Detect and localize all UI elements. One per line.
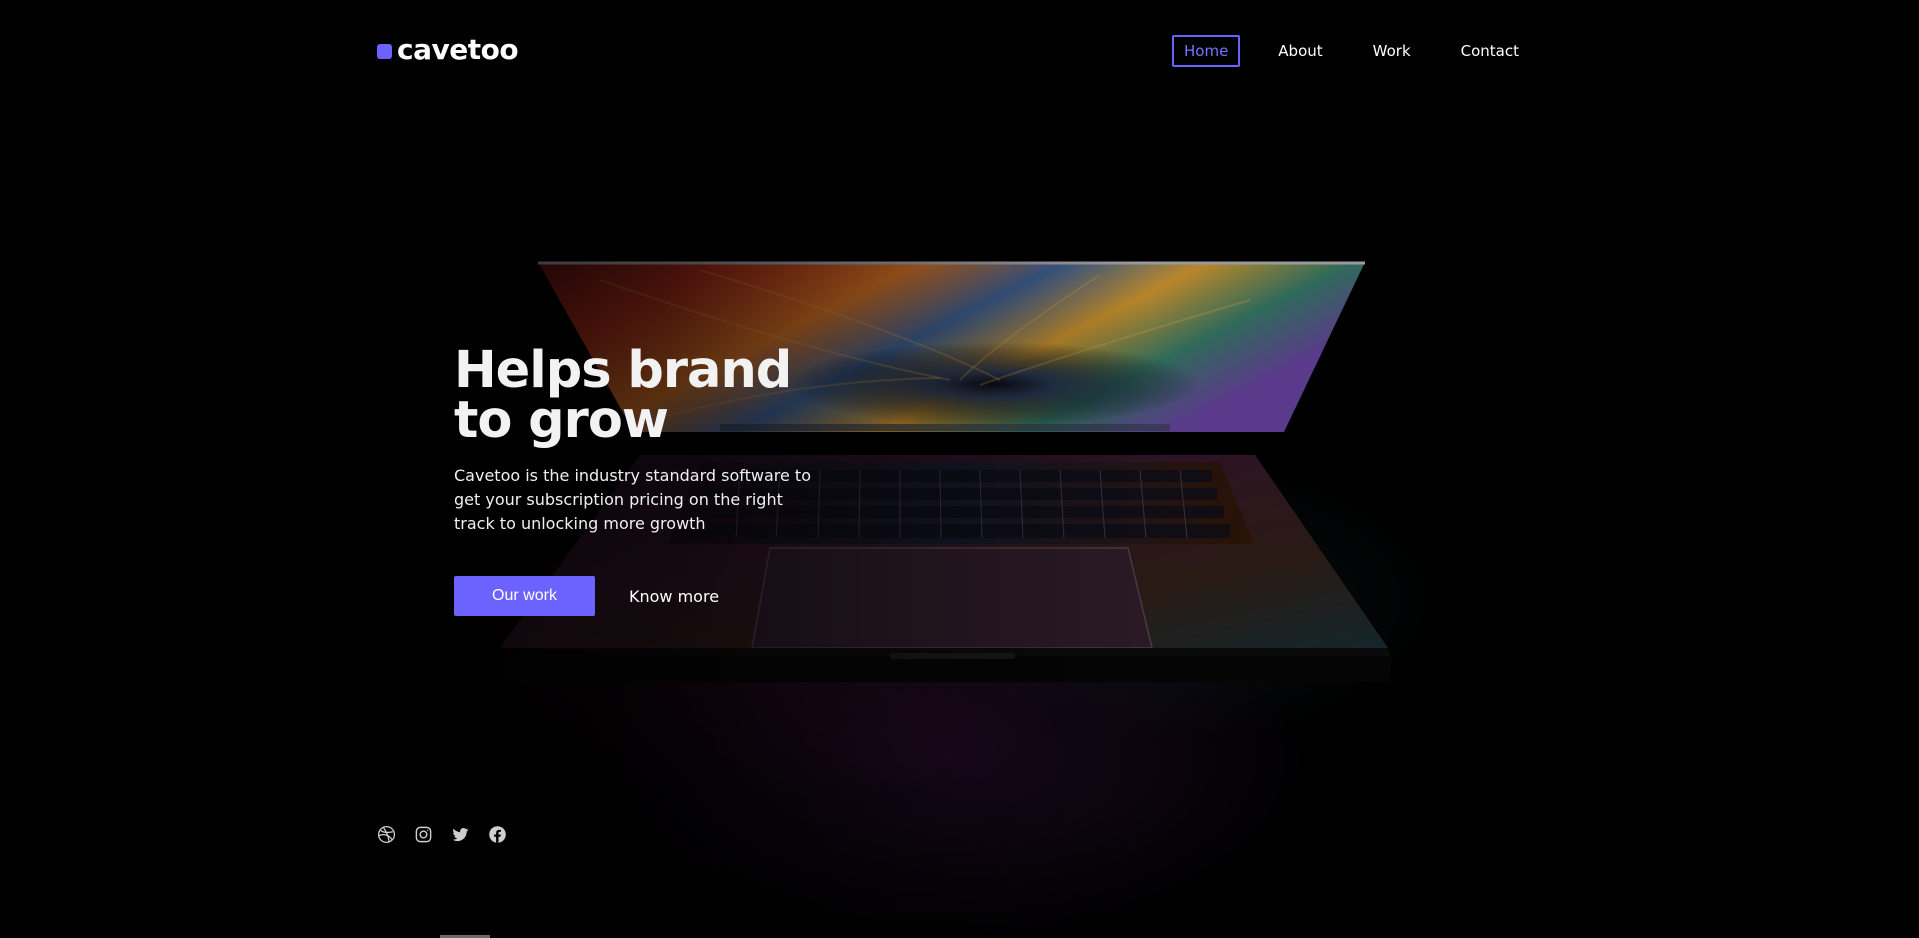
nav-item-home[interactable]: Home [1172,35,1241,67]
hero-section: Helps brand to grow Cavetoo is the indus… [454,341,874,616]
logo-mark-icon [377,43,392,59]
instagram-icon[interactable] [414,825,433,844]
twitter-icon[interactable] [451,825,470,844]
landing-page: cavetoo Home About Work Contact Helps br… [0,0,1919,938]
brand-logo[interactable]: cavetoo [377,33,519,66]
know-more-link[interactable]: Know more [629,587,719,606]
hero-title: Helps brand to grow [454,341,792,450]
laptop-hero-image [0,0,1919,938]
nav-item-about[interactable]: About [1266,35,1334,67]
social-links [377,825,507,844]
our-work-button[interactable]: Our work [454,576,595,616]
brand-name: cavetoo [397,33,519,66]
cta-row: Our work Know more [454,576,874,616]
nav-item-contact[interactable]: Contact [1449,35,1531,67]
dribbble-icon[interactable] [377,825,396,844]
facebook-icon[interactable] [488,825,507,844]
main-nav: Home About Work Contact [1172,35,1531,67]
hero-description: Cavetoo is the industry standard softwar… [454,466,811,533]
nav-item-work[interactable]: Work [1361,35,1423,67]
